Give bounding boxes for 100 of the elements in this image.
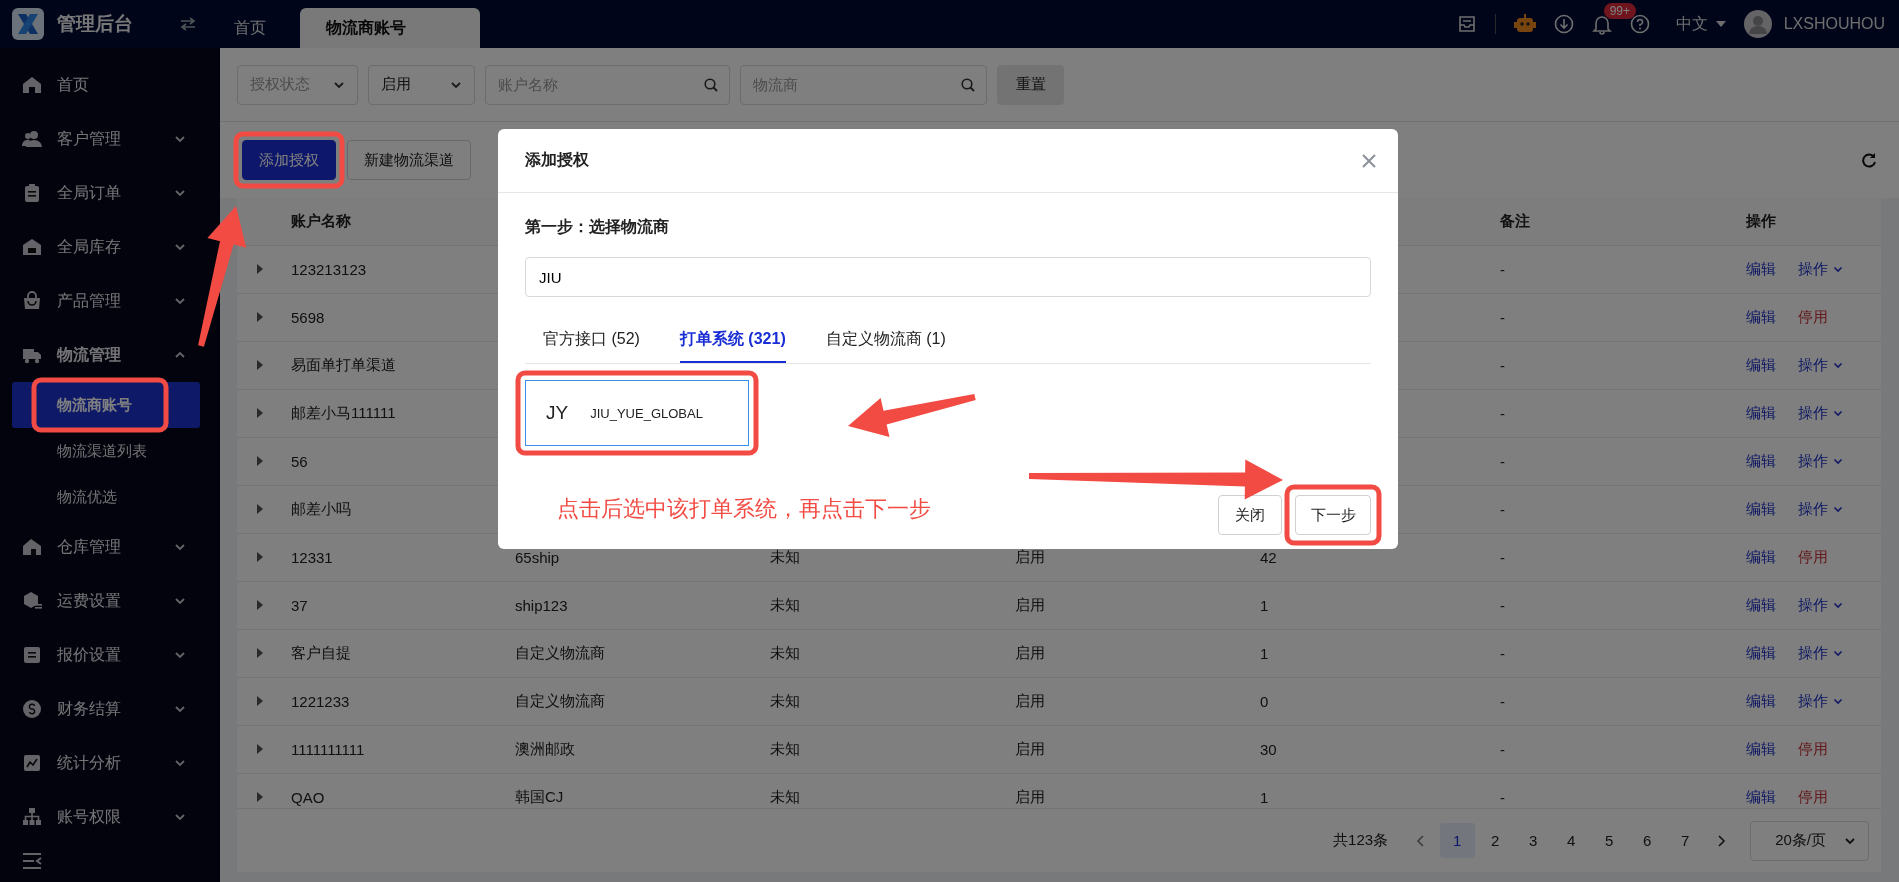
table-cell: - <box>1500 740 1505 758</box>
page-tab[interactable]: 首页 <box>234 8 300 48</box>
expand-icon[interactable] <box>257 408 263 419</box>
edit-link[interactable]: 编辑 <box>1746 595 1776 615</box>
provider-card[interactable]: JY JIU_YUE_GLOBAL <box>525 380 749 446</box>
download-icon[interactable] <box>1553 14 1574 34</box>
actions-dropdown[interactable]: 操作 <box>1798 451 1843 471</box>
edit-link[interactable]: 编辑 <box>1746 547 1776 567</box>
app-title: 管理后台 <box>57 12 133 36</box>
sidebar-item[interactable]: 运费设置 <box>0 574 196 628</box>
table-cell: 易面单打单渠道 <box>291 355 396 375</box>
table-cell: 未知 <box>770 643 800 663</box>
close-icon[interactable] <box>1362 153 1376 168</box>
sidebar-item[interactable]: 产品管理 <box>0 274 196 328</box>
column-header: 操作 <box>1746 211 1777 231</box>
help-icon[interactable] <box>1629 14 1650 34</box>
create-button[interactable]: 新建物流渠道 <box>347 140 471 180</box>
page-size-select[interactable]: 20条/页 <box>1750 820 1869 861</box>
actions-dropdown[interactable]: 操作 <box>1798 355 1843 375</box>
tab[interactable]: 官方接口 (52) <box>543 317 640 363</box>
previous-page-icon[interactable] <box>1416 834 1427 847</box>
page-number[interactable]: 6 <box>1629 823 1665 859</box>
sidebar-item[interactable]: 首页 <box>0 58 196 112</box>
table-cell: 1111111111 <box>291 740 365 758</box>
actions-dropdown[interactable]: 操作 <box>1798 499 1843 519</box>
submenu-item[interactable]: 物流优选 <box>12 474 200 520</box>
avatar-icon[interactable] <box>1743 10 1772 38</box>
disable-link[interactable]: 停用 <box>1798 547 1828 567</box>
submenu-item[interactable]: 物流商账号 <box>12 382 200 428</box>
edit-link[interactable]: 编辑 <box>1746 787 1776 807</box>
collapse-menu-icon[interactable] <box>22 852 42 870</box>
next-page-icon[interactable] <box>1716 834 1727 847</box>
table-cell: - <box>1500 452 1505 470</box>
edit-link[interactable]: 编辑 <box>1746 643 1776 663</box>
edit-link[interactable]: 编辑 <box>1746 307 1776 327</box>
sidebar-item[interactable]: 客户管理 <box>0 112 196 166</box>
refresh-icon[interactable] <box>1861 152 1877 168</box>
page-number[interactable]: 7 <box>1667 823 1703 859</box>
expand-icon[interactable] <box>257 792 263 803</box>
edit-link[interactable]: 编辑 <box>1746 739 1776 759</box>
page-tab[interactable]: 物流商账号 <box>300 8 480 48</box>
sidebar-item[interactable]: 全局订单 <box>0 166 196 220</box>
swap-icon[interactable] <box>180 17 196 31</box>
expand-icon[interactable] <box>257 648 263 659</box>
disable-link[interactable]: 停用 <box>1798 307 1828 327</box>
edit-link[interactable]: 编辑 <box>1746 355 1776 375</box>
page-number[interactable]: 5 <box>1591 823 1627 859</box>
inbox-icon[interactable] <box>1456 14 1477 34</box>
expand-icon[interactable] <box>257 360 263 371</box>
expand-icon[interactable] <box>257 456 263 467</box>
search-field[interactable]: JIU <box>525 257 1371 297</box>
actions-dropdown[interactable]: 操作 <box>1798 643 1843 663</box>
disable-link[interactable]: 停用 <box>1798 787 1828 807</box>
sidebar-item[interactable]: 统计分析 <box>0 736 196 790</box>
user-name[interactable]: LXSHOUHOU <box>1783 15 1885 33</box>
sidebar-item[interactable]: 报价设置 <box>0 628 196 682</box>
expand-icon[interactable] <box>257 312 263 323</box>
actions-dropdown[interactable]: 操作 <box>1798 259 1843 279</box>
submenu-item[interactable]: 物流渠道列表 <box>12 428 200 474</box>
add-button[interactable]: 添加授权 <box>242 140 336 180</box>
sidebar-item[interactable]: 物流管理 <box>0 328 196 382</box>
tab[interactable]: 打单系统 (321) <box>679 317 786 363</box>
language-select[interactable]: 中文 <box>1675 13 1726 35</box>
notification-badge: 99+ <box>1603 3 1636 19</box>
expand-icon[interactable] <box>257 504 263 515</box>
expand-icon[interactable] <box>257 264 263 275</box>
edit-link[interactable]: 编辑 <box>1746 691 1776 711</box>
sidebar-item[interactable]: 财务结算 <box>0 682 196 736</box>
close-button[interactable]: 关闭 <box>1218 495 1282 535</box>
page-number[interactable]: 1 <box>1439 823 1475 859</box>
sidebar-item[interactable]: 全局库存 <box>0 220 196 274</box>
table-cell: 42 <box>1260 548 1277 566</box>
table-cell: - <box>1500 596 1505 614</box>
actions-dropdown[interactable]: 操作 <box>1798 691 1843 711</box>
edit-link[interactable]: 编辑 <box>1746 451 1776 471</box>
next-button[interactable]: 下一步 <box>1295 495 1371 535</box>
sidebar-item[interactable]: 仓库管理 <box>0 520 196 574</box>
table-cell: 0 <box>1260 692 1269 710</box>
page-number[interactable]: 2 <box>1477 823 1513 859</box>
select-field[interactable]: 启用 <box>368 64 475 105</box>
page-number[interactable]: 4 <box>1553 823 1589 859</box>
edit-link[interactable]: 编辑 <box>1746 403 1776 423</box>
reset-button[interactable]: 重置 <box>997 64 1064 105</box>
edit-link[interactable]: 编辑 <box>1746 499 1776 519</box>
table-cell: - <box>1500 788 1505 806</box>
users-icon <box>22 129 42 149</box>
page-number[interactable]: 3 <box>1515 823 1551 859</box>
actions-dropdown[interactable]: 操作 <box>1798 403 1843 423</box>
expand-icon[interactable] <box>257 552 263 563</box>
bell-icon[interactable] <box>1591 13 1612 35</box>
expand-icon[interactable] <box>257 600 263 611</box>
edit-link[interactable]: 编辑 <box>1746 259 1776 279</box>
disable-link[interactable]: 停用 <box>1798 739 1828 759</box>
tab[interactable]: 自定义物流商 (1) <box>825 317 946 363</box>
sidebar-item[interactable]: 账号权限 <box>0 790 196 844</box>
actions-dropdown[interactable]: 操作 <box>1798 595 1843 615</box>
expand-icon[interactable] <box>257 696 263 707</box>
total-count: 共123条 <box>1333 831 1389 851</box>
robot-icon[interactable] <box>1513 14 1536 34</box>
expand-icon[interactable] <box>257 744 263 755</box>
